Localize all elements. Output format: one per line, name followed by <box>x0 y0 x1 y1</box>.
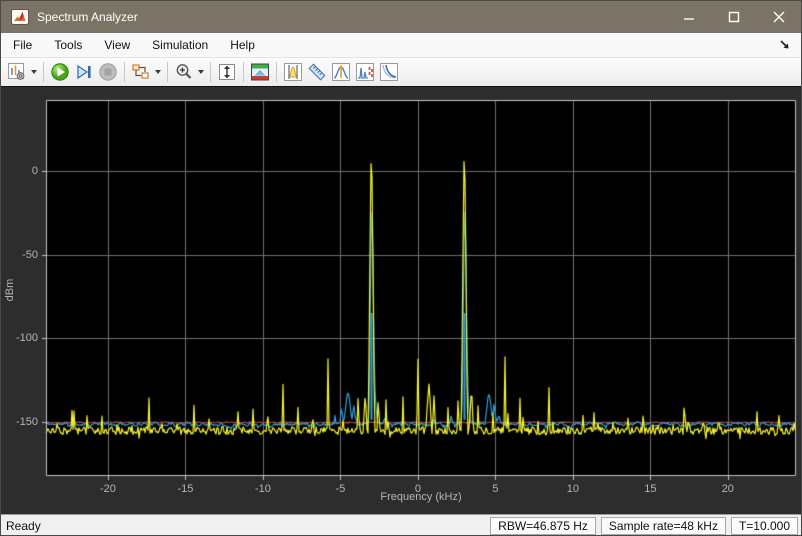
fit-to-view-button[interactable] <box>215 60 239 84</box>
cursor-measurements-icon <box>284 63 302 81</box>
dock-arrow-icon[interactable] <box>777 38 793 52</box>
toolbar <box>1 58 801 87</box>
status-bar: Ready RBW=46.875 Hz Sample rate=48 kHz T… <box>1 514 801 535</box>
status-rbw: RBW=46.875 Hz <box>490 517 596 535</box>
menu-file[interactable]: File <box>3 34 42 56</box>
distortion-measurements-icon <box>356 63 374 81</box>
signal-statistics-icon <box>308 63 326 81</box>
status-sample-rate: Sample rate=48 kHz <box>600 517 726 535</box>
close-icon <box>773 11 784 23</box>
simulation-flow-dropdown[interactable] <box>153 60 163 84</box>
simulation-flow-icon <box>132 64 149 79</box>
menu-help[interactable]: Help <box>220 34 265 56</box>
maximize-button[interactable] <box>711 1 756 33</box>
zoom-in-icon <box>176 64 192 79</box>
peak-finder-button[interactable] <box>329 60 353 84</box>
simulation-flow-button[interactable] <box>129 60 153 84</box>
minimize-icon <box>683 18 694 20</box>
spectrum-plot-canvas[interactable] <box>1 87 801 514</box>
ccdf-measurements-icon <box>380 63 398 81</box>
stop-icon <box>99 63 117 81</box>
stop-button[interactable] <box>96 60 120 84</box>
spectrum-settings-dropdown[interactable] <box>29 60 39 84</box>
toolbar-separator <box>276 62 277 82</box>
menu-tools[interactable]: Tools <box>44 34 92 56</box>
spectrum-settings-button[interactable] <box>5 60 29 84</box>
peak-finder-icon <box>332 63 350 81</box>
toolbar-separator <box>167 62 168 82</box>
maximize-icon <box>728 11 739 23</box>
window-title: Spectrum Analyzer <box>37 10 138 24</box>
cursor-measurements-button[interactable] <box>281 60 305 84</box>
distortion-measurements-button[interactable] <box>353 60 377 84</box>
toolbar-separator <box>43 62 44 82</box>
status-time: T=10.000 <box>730 517 798 535</box>
ccdf-measurements-button[interactable] <box>377 60 401 84</box>
zoom-in-dropdown[interactable] <box>196 60 206 84</box>
menu-simulation[interactable]: Simulation <box>142 34 218 56</box>
spectrum-settings-icon <box>8 63 25 80</box>
menu-bar: File Tools View Simulation Help <box>1 33 801 58</box>
minimize-button[interactable] <box>666 1 711 33</box>
signal-statistics-button[interactable] <box>305 60 329 84</box>
fit-to-view-icon <box>219 64 235 80</box>
spectrum-spectrogram-toggle-icon <box>251 63 269 81</box>
run-icon <box>51 63 69 81</box>
spectrum-analyzer-window: Spectrum Analyzer File Tools View Simula… <box>0 0 802 536</box>
spectrum-spectrogram-toggle-button[interactable] <box>248 60 272 84</box>
close-button[interactable] <box>756 1 801 33</box>
toolbar-separator <box>243 62 244 82</box>
toolbar-separator <box>210 62 211 82</box>
title-bar[interactable]: Spectrum Analyzer <box>1 1 801 33</box>
toolbar-separator <box>124 62 125 82</box>
run-button[interactable] <box>48 60 72 84</box>
zoom-in-button[interactable] <box>172 60 196 84</box>
step-forward-button[interactable] <box>72 60 96 84</box>
menu-view[interactable]: View <box>94 34 140 56</box>
status-ready: Ready <box>6 519 41 533</box>
plot-region: Frequency (kHz) dBm -20 -15 -10 -5 0 5 10 15 20 0… <box>1 87 801 514</box>
step-forward-icon <box>77 64 91 80</box>
matlab-app-icon <box>11 9 29 25</box>
